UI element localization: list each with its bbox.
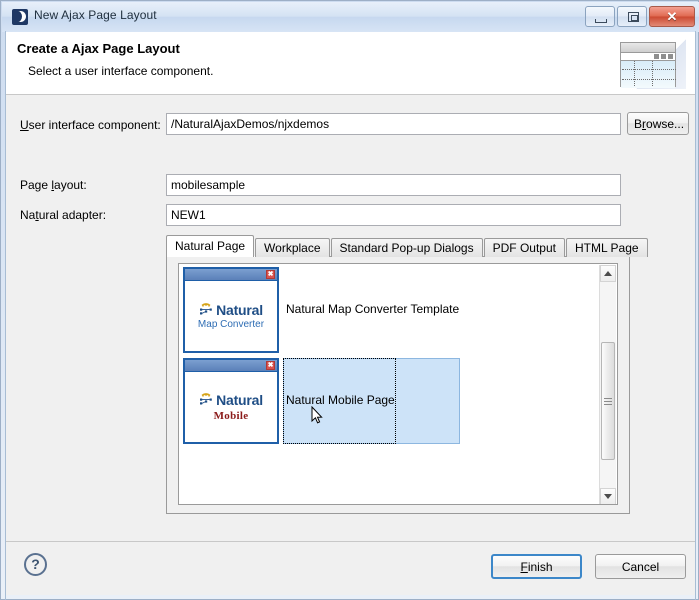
natural-logo-icon [199,393,213,407]
scroll-grip-icon [604,396,612,407]
list-item-label: Natural Map Converter Template [286,302,460,316]
cancel-button[interactable]: Cancel [595,554,686,579]
page-subtitle: Select a user interface component. [28,64,214,78]
template-thumbnail: ✖ [183,267,279,353]
list-item[interactable]: ✖ [179,356,589,446]
template-list[interactable]: ✖ Natural Map Converter Natural Map Conv… [178,263,618,505]
tab-workplace[interactable]: Workplace [255,238,330,257]
close-icon: ✖ [266,270,275,279]
tab-html-page[interactable]: HTML Page [565,238,648,257]
tab-standard-popup-dialogs[interactable]: Standard Pop-up Dialogs [330,238,483,257]
browse-button[interactable]: Browse... [627,112,689,135]
natural-logo-icon [199,303,213,317]
scroll-thumb[interactable] [601,342,615,460]
close-icon: ✕ [666,8,678,24]
wizard-header: Create a Ajax Page Layout Select a user … [6,32,695,95]
natural-adapter-input[interactable] [166,204,621,226]
scroll-down-button[interactable] [600,488,616,504]
minimize-button[interactable] [585,6,615,27]
finish-button[interactable]: Finish [491,554,582,579]
thumbnail-titlebar: ✖ [185,360,277,372]
close-button[interactable]: ✕ [649,6,695,27]
template-thumbnail: ✖ [183,358,279,444]
tab-natural-page[interactable]: Natural Page [166,235,255,257]
logo-subtitle: Map Converter [197,319,265,330]
title-bar: New Ajax Page Layout ✕ [2,2,699,32]
user-interface-component-label: User interface component: [20,118,161,132]
logo-wordmark: Natural [216,302,263,318]
natural-adapter-label: Natural adapter: [20,208,107,222]
help-button[interactable]: ? [24,553,47,576]
window-title: New Ajax Page Layout [34,8,157,22]
list-item[interactable]: ✖ [179,265,589,355]
template-tabs: Natural Page Workplace Standard Pop-up D… [166,235,649,257]
wizard-banner-icon [618,39,686,89]
scroll-up-arrow-icon [604,271,612,276]
logo-wordmark: Natural [216,392,263,408]
page-layout-label: Page layout: [20,178,87,192]
mouse-cursor-icon [311,405,323,425]
user-interface-component-input[interactable] [166,113,621,135]
maximize-button[interactable] [617,6,647,27]
footer-separator [6,541,695,542]
page-layout-input[interactable] [166,174,621,196]
natural-app-icon [12,9,28,25]
logo-subtitle: Mobile [213,410,249,422]
scroll-down-arrow-icon [604,494,612,499]
scroll-up-button[interactable] [600,265,616,282]
vertical-scrollbar[interactable] [599,265,616,504]
close-icon: ✖ [266,361,275,370]
list-item-label: Natural Mobile Page [286,393,395,407]
page-title: Create a Ajax Page Layout [17,41,180,56]
maximize-icon [628,12,639,22]
tab-pdf-output[interactable]: PDF Output [483,238,565,257]
thumbnail-titlebar: ✖ [185,269,277,281]
window-frame: New Ajax Page Layout ✕ Create a Ajax Pag… [0,0,699,600]
window-controls: ✕ [585,6,695,27]
dialog-screen: New Ajax Page Layout ✕ Create a Ajax Pag… [0,0,699,600]
dialog-client-area: Create a Ajax Page Layout Select a user … [6,32,695,595]
minimize-icon [595,19,607,23]
